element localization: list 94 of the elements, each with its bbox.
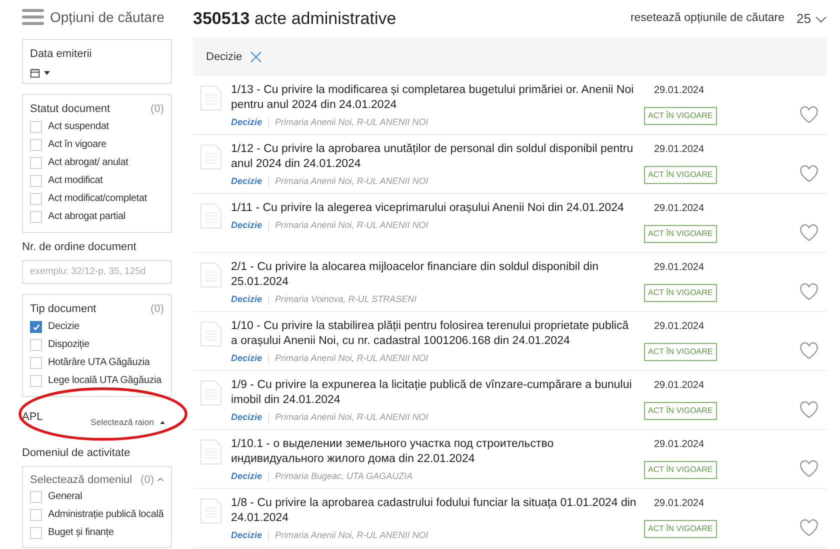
- checkbox-label: Act în vigoare: [48, 138, 106, 152]
- document-icon: [200, 321, 222, 347]
- issuer-text: Primaria Anenii Noi, R-UL ANENII NOI: [275, 116, 428, 129]
- status-tag: ACT ÎN VIGOARE: [644, 284, 717, 302]
- domain-label: Domeniul de activitate: [22, 446, 132, 461]
- document-date: 29.01.2024: [654, 320, 704, 334]
- issuer-text: Primaria Anenii Noi, R-UL ANENII NOI: [275, 352, 428, 365]
- checkbox-label: Dispoziție: [48, 338, 90, 352]
- domain-select[interactable]: Selectează domeniul: [30, 472, 132, 488]
- date-picker-button[interactable]: [30, 68, 50, 78]
- checkbox-label: Act suspendat: [48, 120, 109, 134]
- heart-icon[interactable]: [799, 342, 819, 360]
- checkbox-label: Buget și finanțe: [48, 526, 114, 540]
- issuer-text: Primaria Anenii Noi, R-UL ANENII NOI: [275, 219, 428, 232]
- document-title-link[interactable]: 1/10.1 - о выделении земельного участка под строительство индивидуального жилого дома din 22.01.2024: [231, 437, 638, 467]
- results-heading: 350513 acte administrative: [193, 8, 396, 30]
- document-icon: [200, 85, 222, 111]
- district-select[interactable]: Selectează raion: [90, 416, 172, 429]
- issuer-text: Primaria Anenii Noi, R-UL ANENII NOI: [275, 175, 428, 188]
- checkbox-label: Act modificat/completat: [48, 192, 147, 206]
- document-title-link[interactable]: 1/13 - Cu privire la modificarea și completarea bugetului primăriei or. Anenii Noi pentru anul 2024 din 24.01.2024: [231, 83, 638, 113]
- document-title-link[interactable]: 2/1 - Cu privire la alocarea mijloacelor financiare din soldul disponibil din 25.01.2024: [231, 260, 638, 290]
- count: (0): [150, 102, 164, 116]
- document-type-link[interactable]: Decizie: [231, 219, 262, 232]
- order-number-field[interactable]: exemplu: 32/12-p, 35, 125d: [22, 260, 172, 284]
- checkbox-label: Act modificat: [48, 174, 103, 188]
- heart-icon[interactable]: [799, 224, 819, 242]
- document-icon: [200, 144, 222, 170]
- document-title-link[interactable]: 1/10 - Cu privire la stabilirea plății pentru folosirea terenului proprietate publică a orașului Anenii Noi, cu nr. cadastral 1001206.168 din 24.01.2024: [231, 319, 638, 349]
- chevron-down-icon: [815, 16, 827, 22]
- reset-link[interactable]: resetează opțiunile de căutare: [630, 10, 785, 28]
- document-type-link[interactable]: Decizie: [231, 352, 262, 366]
- document-date: 29.01.2024: [654, 497, 704, 511]
- field-label: Nr. de ordine document: [22, 240, 138, 255]
- checkbox-label: Decizie: [48, 320, 80, 334]
- status-tag: ACT ÎN VIGOARE: [644, 402, 717, 420]
- document-icon: [200, 262, 222, 288]
- issuer-text: Primaria Anenii Noi, R-UL ANENII NOI: [275, 529, 428, 542]
- document-icon: [200, 380, 222, 406]
- document-date: 29.01.2024: [654, 84, 704, 98]
- checkbox-label: General: [48, 490, 82, 504]
- panel-title: Statut document: [30, 102, 110, 116]
- status-tag: ACT ÎN VIGOARE: [644, 166, 717, 184]
- status-tag: ACT ÎN VIGOARE: [644, 520, 717, 538]
- document-type-link[interactable]: Decizie: [231, 470, 262, 484]
- document-icon: [200, 439, 222, 465]
- document-date: 29.01.2024: [654, 261, 704, 275]
- checkbox-label: Act abrogat partial: [48, 210, 126, 224]
- document-title-link[interactable]: 1/12 - Cu privire la aprobarea unutăților de personal din soldul disponibil pentru anul 2024 din 24.01.2024: [231, 142, 638, 172]
- heart-icon[interactable]: [799, 400, 819, 418]
- issuer-text: Primaria Bugeac, UTA GAGAUZIA: [275, 470, 413, 483]
- document-date: 29.01.2024: [654, 379, 704, 393]
- document-title-link[interactable]: 1/11 - Cu privire la alegerea viceprimarului orașului Anenii Noi din 24.01.2024: [231, 201, 638, 216]
- date-label: Data emiterii: [30, 47, 93, 62]
- checkbox-label: Lege locală UTA Găgăuzia: [48, 374, 162, 388]
- heart-icon[interactable]: [799, 282, 819, 300]
- document-icon: [200, 498, 222, 524]
- heart-icon[interactable]: [799, 164, 819, 182]
- menu-icon[interactable]: [22, 8, 44, 26]
- checkbox-label: Hotărâre UTA Găgăuzia: [48, 356, 150, 370]
- document-title-link[interactable]: 1/9 - Cu privire la expunerea la licitație publică de vînzare-cumpărare a bunului imobil din 24.01.2024: [231, 378, 638, 408]
- document-type-link[interactable]: Decizie: [231, 411, 262, 424]
- sidebar-title: Opțiuni de căutare: [50, 8, 164, 27]
- filter-label: Decizie: [206, 50, 242, 65]
- caret-up-icon: [160, 421, 165, 424]
- document-date: 29.01.2024: [654, 202, 704, 216]
- heart-icon[interactable]: [799, 106, 819, 124]
- document-date: 29.01.2024: [654, 143, 704, 157]
- caret-down-icon: [44, 70, 50, 74]
- chevron-up-icon[interactable]: [157, 477, 164, 482]
- apl-label: APL: [22, 410, 43, 425]
- panel-title: Tip document: [30, 302, 96, 316]
- document-icon: [200, 203, 222, 229]
- status-tag: ACT ÎN VIGOARE: [644, 461, 717, 479]
- document-date: 29.01.2024: [654, 438, 704, 452]
- heart-icon[interactable]: [799, 460, 819, 478]
- close-icon[interactable]: [250, 51, 262, 63]
- document-type-link[interactable]: Decizie: [231, 116, 262, 130]
- status-tag: ACT ÎN VIGOARE: [644, 225, 717, 243]
- issuer-text: Primaria Voinova, R-UL STRASENI: [275, 293, 417, 306]
- status-tag: ACT ÎN VIGOARE: [644, 343, 717, 361]
- document-type-link[interactable]: Decizie: [231, 293, 262, 306]
- count: (0): [150, 302, 164, 316]
- checkbox[interactable]: [30, 321, 42, 333]
- issuer-text: Primaria Anenii Noi, R-UL ANENII NOI: [275, 411, 428, 424]
- document-type-link[interactable]: Decizie: [231, 529, 262, 542]
- page-size-select[interactable]: 25: [796, 9, 827, 29]
- checkbox-label: Act abrogat/ anulat: [48, 156, 128, 170]
- heart-icon[interactable]: [799, 518, 819, 536]
- status-tag: ACT ÎN VIGOARE: [644, 107, 717, 125]
- count: (0): [140, 472, 154, 488]
- document-title-link[interactable]: 1/8 - Cu privire la aprobarea cadastrului fodului funciar la situața 01.01.2024 din 24.01.2024: [231, 496, 638, 526]
- document-type-link[interactable]: Decizie: [231, 175, 262, 188]
- checkbox-label: Administrație publică locală: [48, 508, 164, 522]
